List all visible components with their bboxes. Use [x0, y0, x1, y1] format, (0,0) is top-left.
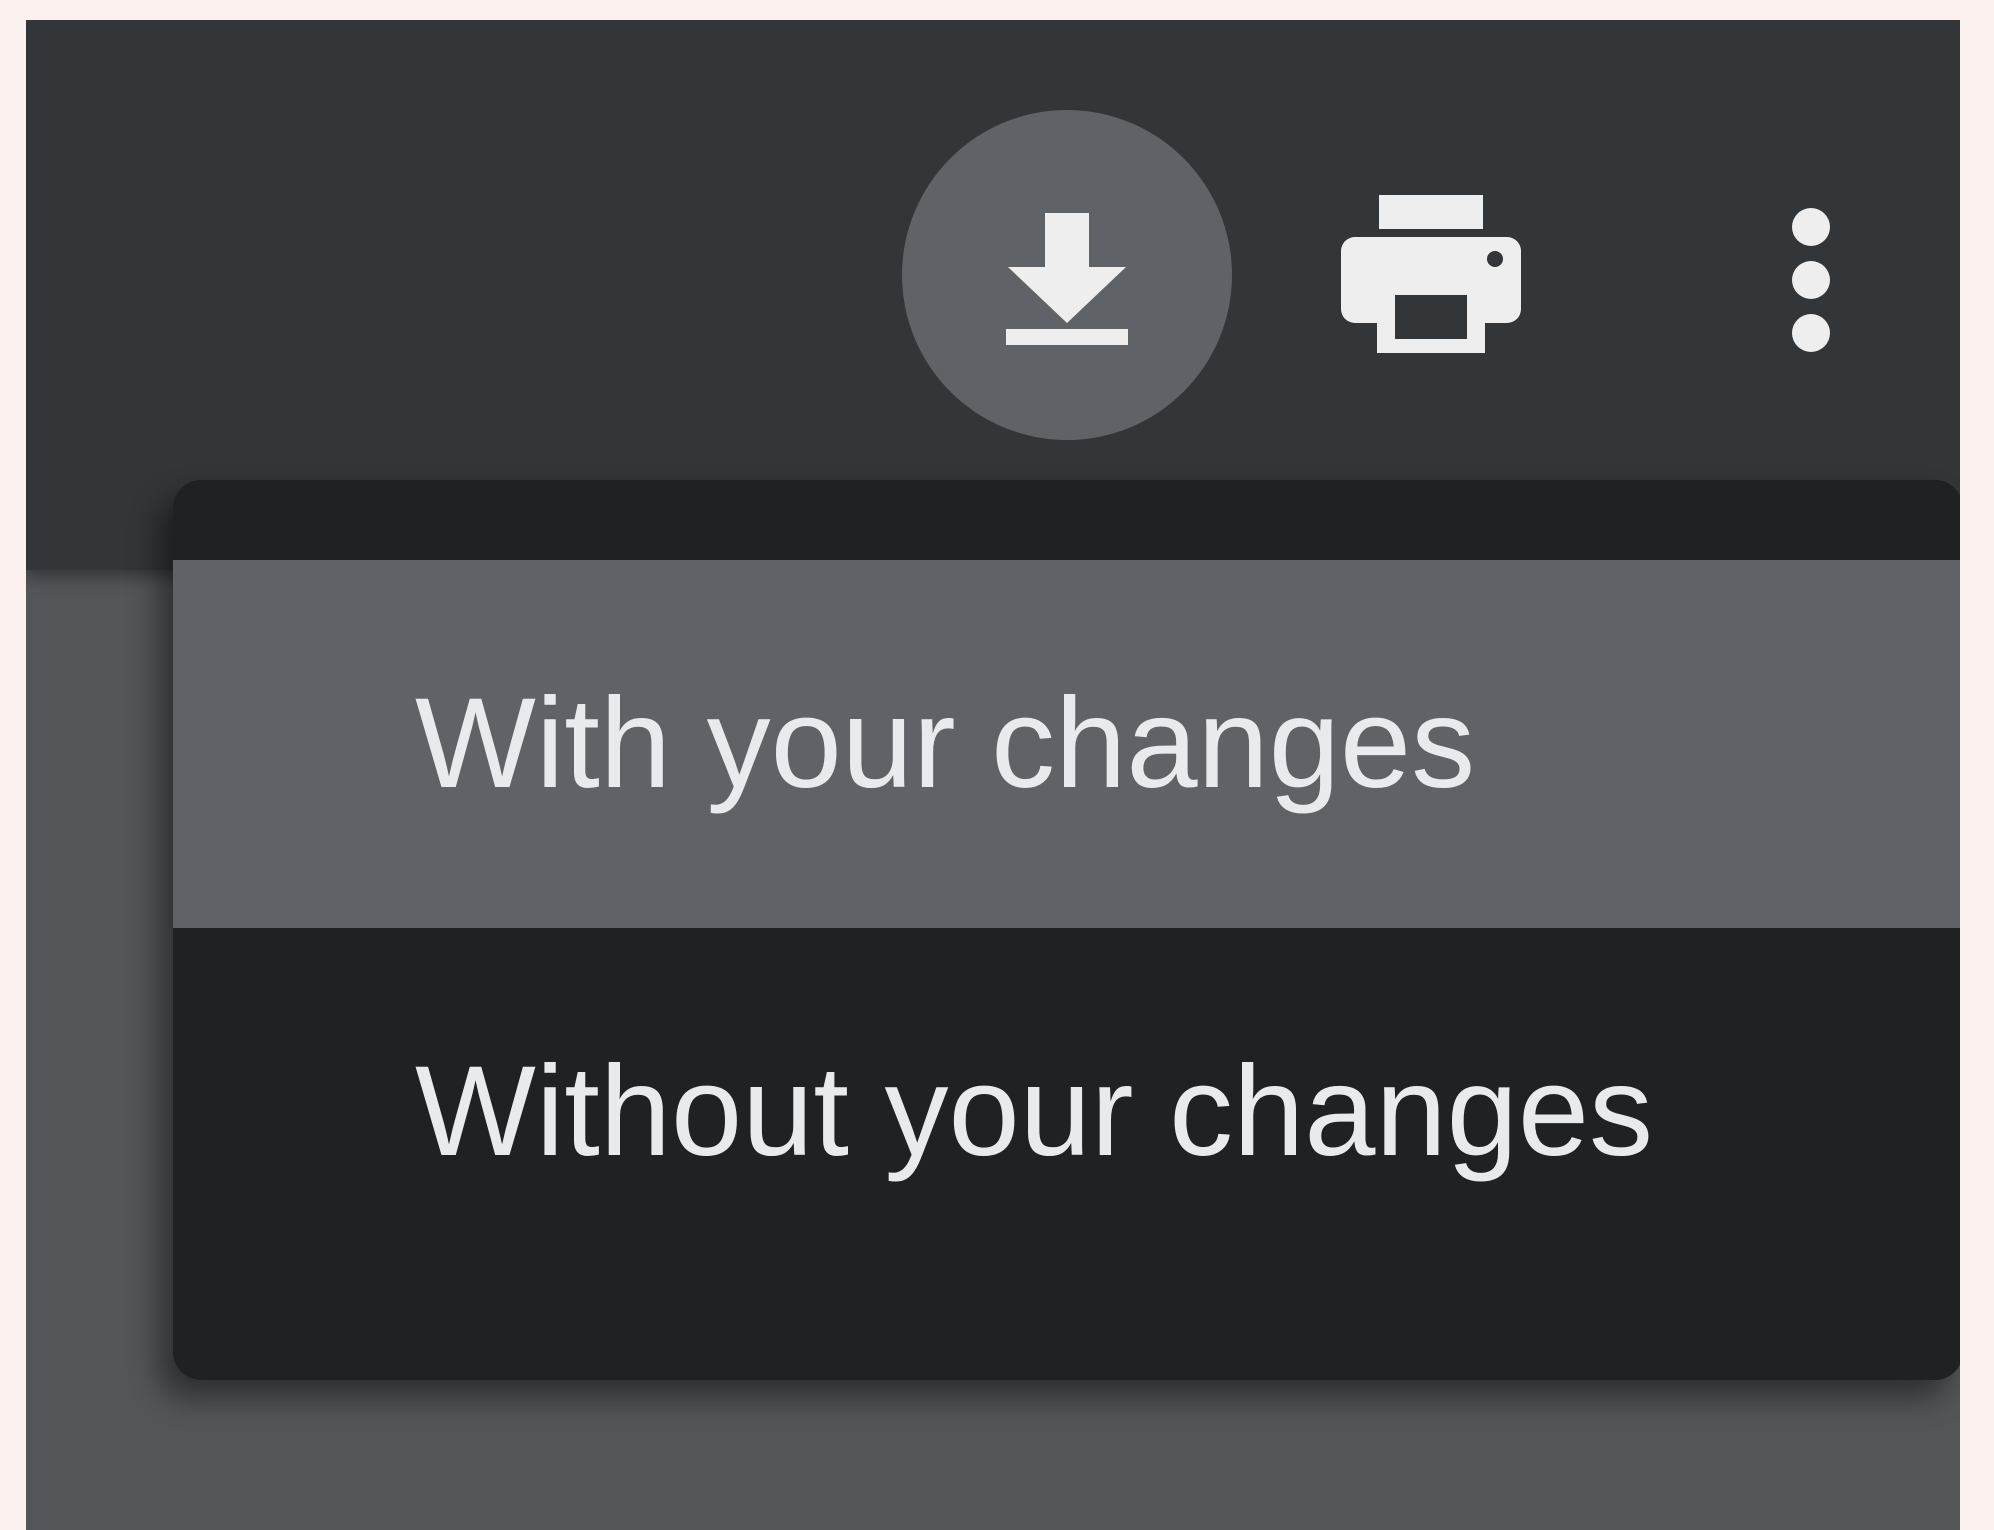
menu-item-label: With your changes	[415, 672, 1476, 815]
more-options-button[interactable]	[1766, 180, 1856, 380]
download-menu: With your changes Without your changes	[173, 480, 1960, 1380]
download-icon	[1006, 213, 1128, 345]
more-vert-icon	[1792, 208, 1830, 352]
menu-item-label: Without your changes	[415, 1040, 1653, 1183]
download-button[interactable]	[902, 110, 1232, 440]
menu-item-without-changes[interactable]: Without your changes	[173, 928, 1960, 1296]
print-button[interactable]	[1326, 170, 1536, 380]
print-icon	[1341, 195, 1521, 353]
menu-item-with-changes[interactable]: With your changes	[173, 560, 1960, 928]
pdf-viewer: With your changes Without your changes	[26, 20, 1960, 1530]
